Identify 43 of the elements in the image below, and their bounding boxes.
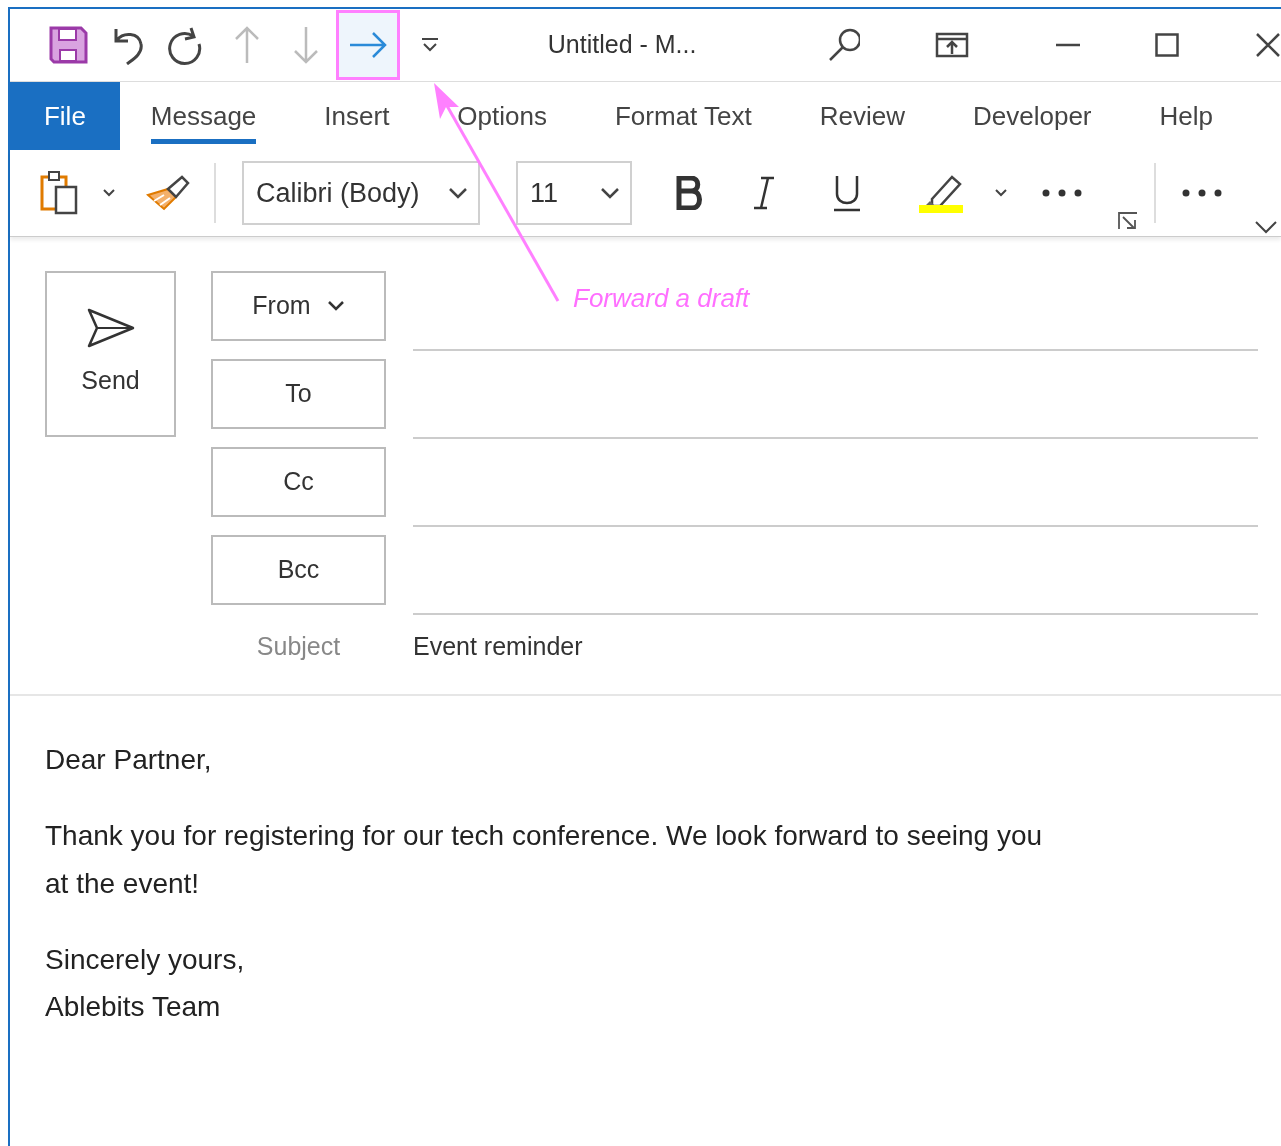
body-text-line: Sincerely yours,	[45, 943, 246, 977]
recipient-button[interactable]: Cc	[211, 447, 386, 517]
from-dropdown[interactable]: From	[211, 271, 386, 341]
collapse-ribbon-icon[interactable]	[1254, 220, 1278, 234]
ribbon-display-icon[interactable]	[935, 32, 970, 58]
underline-icon[interactable]	[833, 174, 861, 212]
body-paragraph: Thank you for registering for our tech conference. We look forward to seeing you at the event!	[45, 819, 1044, 901]
paste-icon[interactable]	[40, 171, 80, 215]
chevron-down-icon[interactable]	[994, 188, 1008, 198]
body-paragraph: Dear Partner,	[45, 743, 213, 777]
chevron-down-icon	[600, 187, 620, 199]
chevron-down-icon	[448, 187, 468, 199]
ribbon-tab[interactable]: Message	[150, 82, 257, 150]
file-tab[interactable]: File	[10, 82, 120, 150]
minimize-icon[interactable]	[1056, 43, 1081, 47]
subject-field[interactable]: Event reminder	[413, 628, 583, 666]
font-size-dropdown[interactable]: 11	[516, 161, 632, 225]
subject-label: Subject	[255, 631, 342, 663]
more-options-icon[interactable]	[1182, 189, 1222, 197]
ribbon-tab[interactable]: Options	[457, 82, 547, 150]
chevron-down-icon	[326, 300, 345, 312]
more-options-icon[interactable]	[1042, 189, 1082, 197]
format-painter-icon[interactable]	[146, 175, 190, 211]
send-icon	[86, 308, 135, 349]
font-name-dropdown[interactable]: Calibri (Body)	[242, 161, 480, 225]
chevron-down-icon[interactable]	[102, 188, 116, 198]
send-button[interactable]: Send	[45, 271, 176, 437]
recipient-button[interactable]: Bcc	[211, 535, 386, 605]
ribbon-tab[interactable]: Help	[1159, 82, 1213, 150]
highlighter-icon[interactable]	[918, 173, 964, 213]
dialog-launcher-icon[interactable]	[1118, 212, 1138, 230]
italic-icon[interactable]	[753, 176, 775, 210]
ribbon-tab[interactable]: Insert	[324, 82, 390, 150]
ribbon-tab[interactable]: Format Text	[614, 82, 752, 150]
body-text-line: Ablebits Team	[45, 990, 222, 1024]
annotation-text: Forward a draft	[573, 282, 750, 315]
bold-icon[interactable]	[675, 176, 703, 210]
ribbon-tab[interactable]: Review	[819, 82, 905, 150]
close-icon[interactable]	[1255, 32, 1281, 58]
ribbon-tab[interactable]: Developer	[973, 82, 1092, 150]
window-title: Untitled - M...	[547, 29, 698, 61]
maximize-icon[interactable]	[1155, 33, 1180, 57]
recipient-button[interactable]: To	[211, 359, 386, 429]
